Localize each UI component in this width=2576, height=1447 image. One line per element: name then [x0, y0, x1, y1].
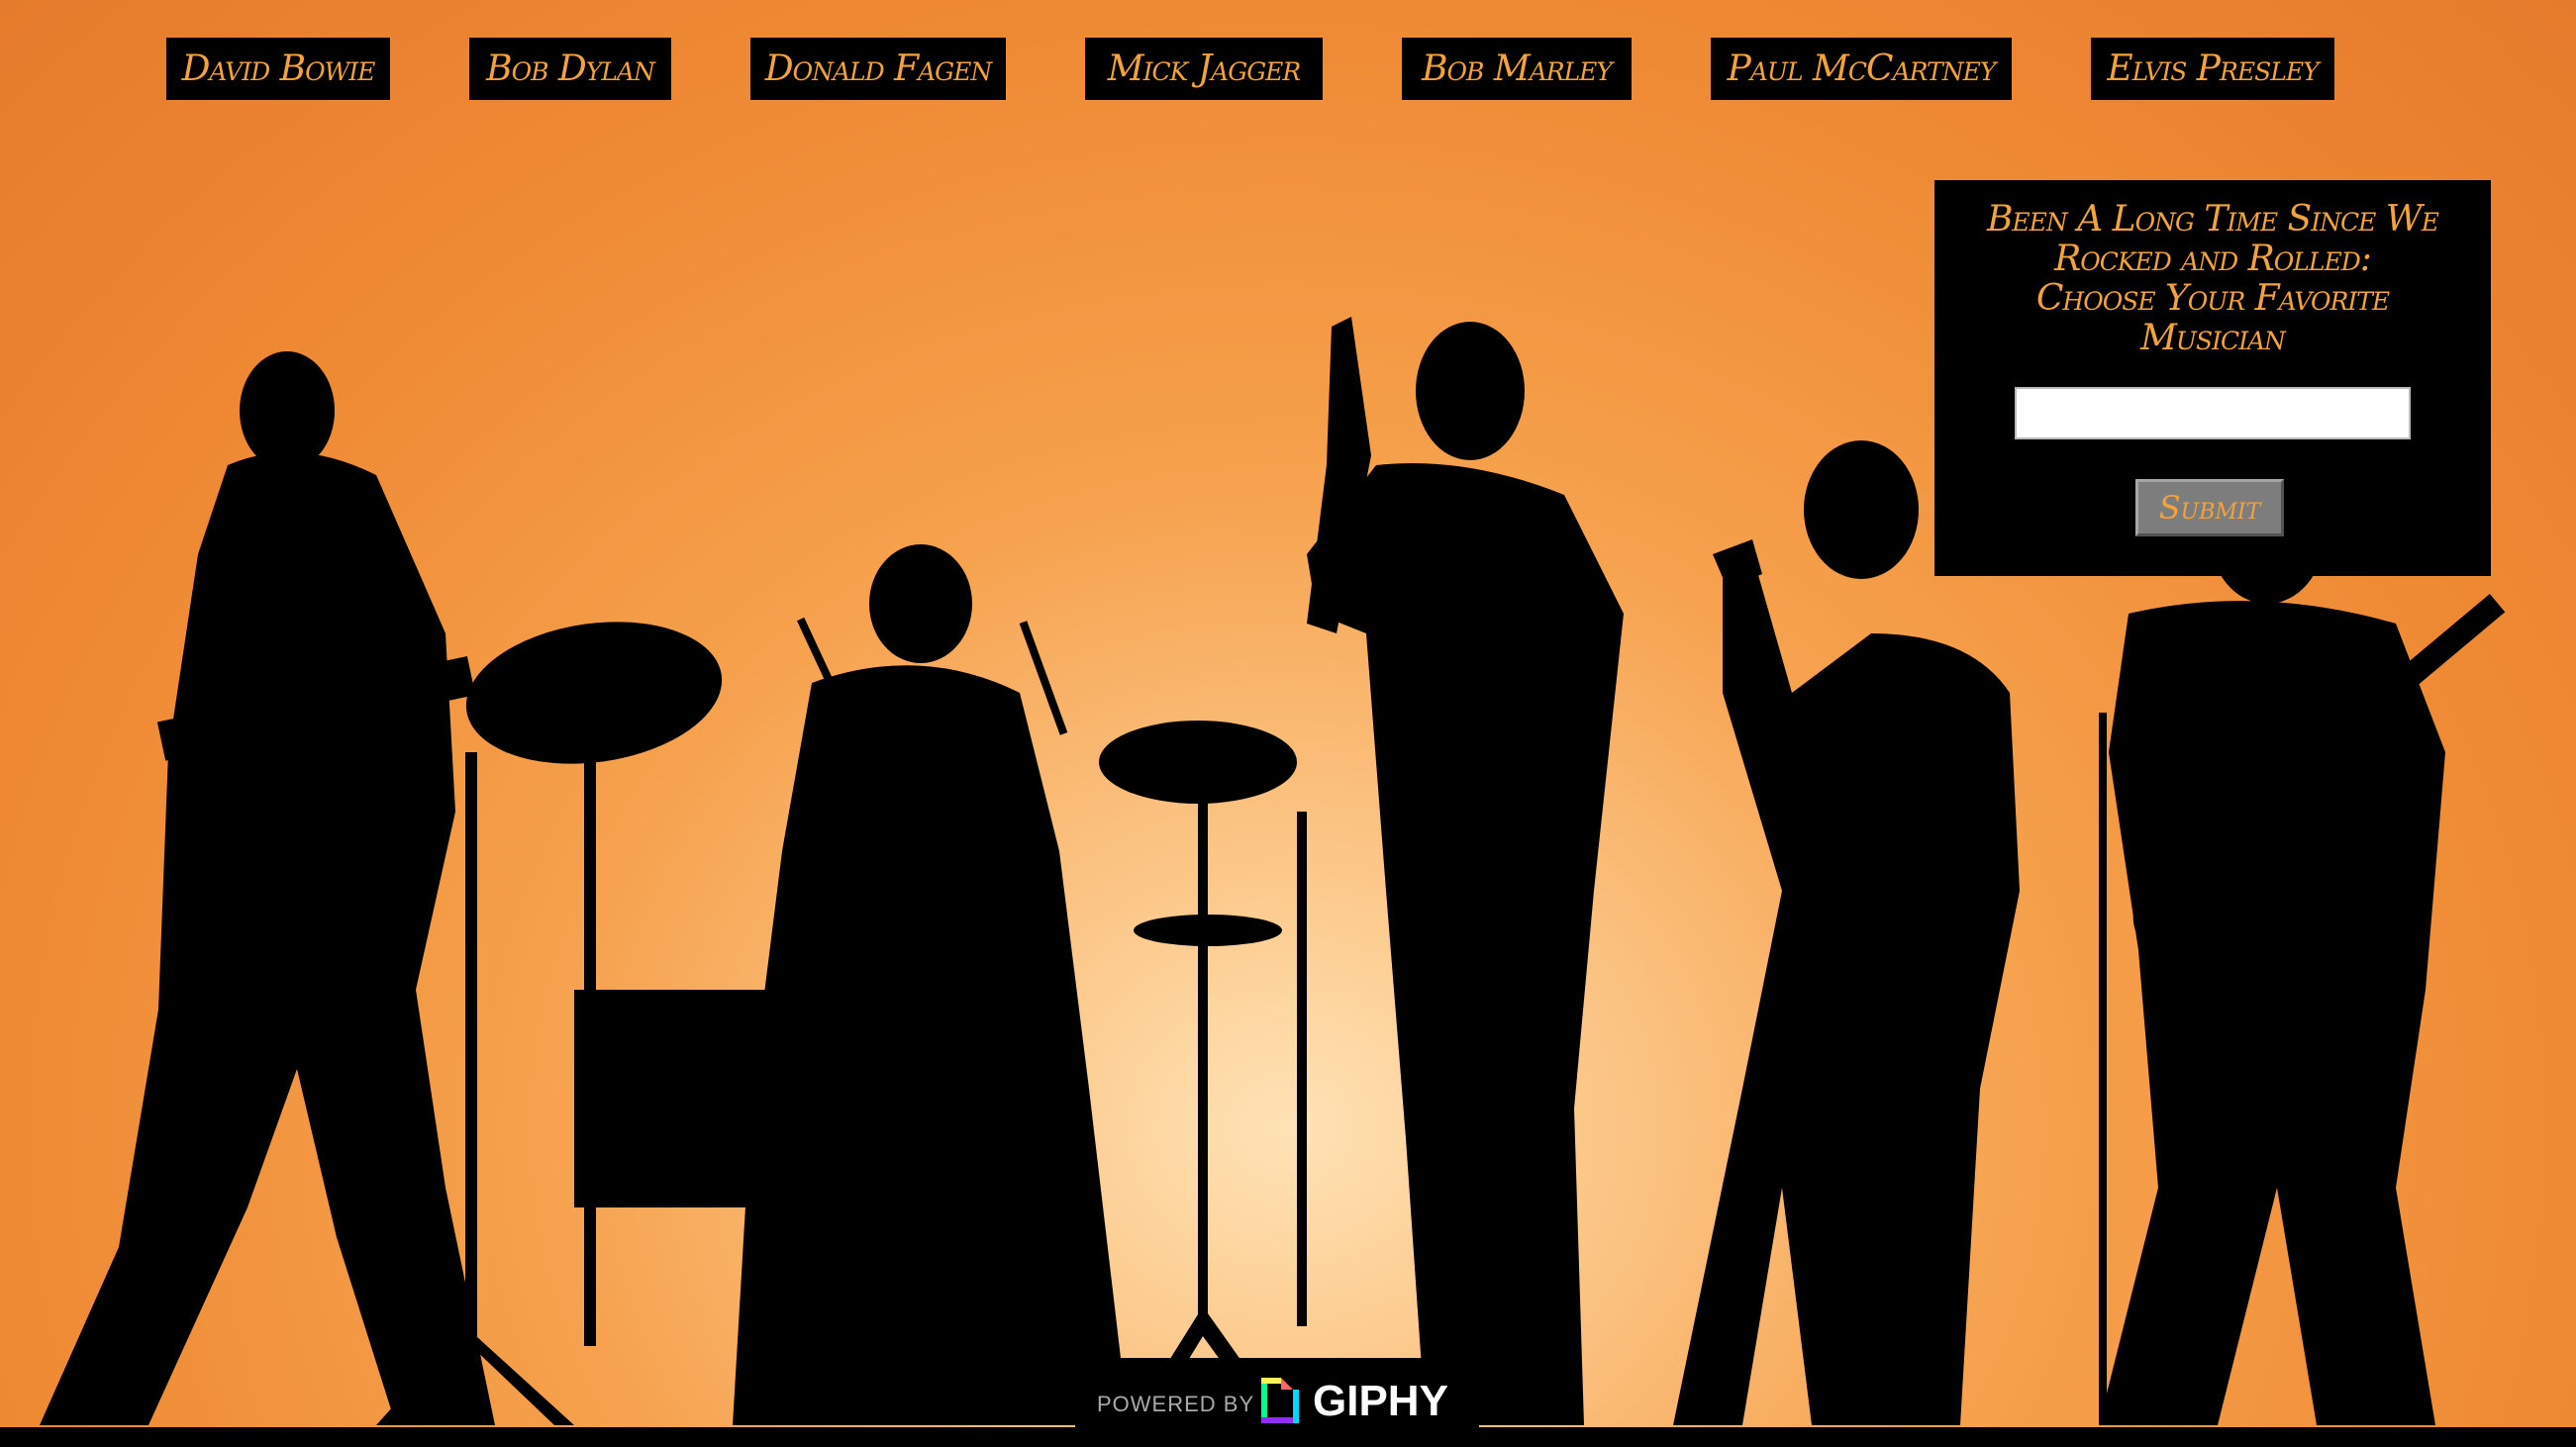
panel-heading: Been A Long Time Since We Rocked and Rol… [1964, 200, 2461, 358]
nav-button-mick-jagger[interactable]: Mick Jagger [1085, 38, 1323, 100]
nav-button-bob-marley[interactable]: Bob Marley [1402, 38, 1632, 100]
panel-heading-line: Been A Long Time Since We [1986, 199, 2439, 240]
musician-input[interactable] [2015, 387, 2411, 439]
nav-button-bob-dylan[interactable]: Bob Dylan [469, 38, 671, 100]
panel-heading-line: Musician [2140, 318, 2286, 358]
submit-button[interactable]: Submit [2135, 479, 2284, 536]
giphy-brand-text: GIPHY [1313, 1377, 1448, 1425]
nav-button-elvis-presley[interactable]: Elvis Presley [2091, 38, 2334, 100]
panel-heading-line: Choose Your Favorite [2035, 278, 2390, 319]
nav-button-david-bowie[interactable]: David Bowie [166, 38, 390, 100]
powered-by-label: POWERED BY [1097, 1392, 1255, 1416]
nav-button-paul-mccartney[interactable]: Paul McCartney [1711, 38, 2012, 100]
panel-heading-line: Rocked and Rolled: [2054, 239, 2372, 279]
giphy-attribution[interactable]: POWERED BY GIPHY [1075, 1358, 1479, 1447]
giphy-logo-icon [1261, 1378, 1299, 1423]
add-musician-panel: Been A Long Time Since We Rocked and Rol… [1934, 180, 2491, 576]
nav-button-donald-fagen[interactable]: Donald Fagen [750, 38, 1006, 100]
